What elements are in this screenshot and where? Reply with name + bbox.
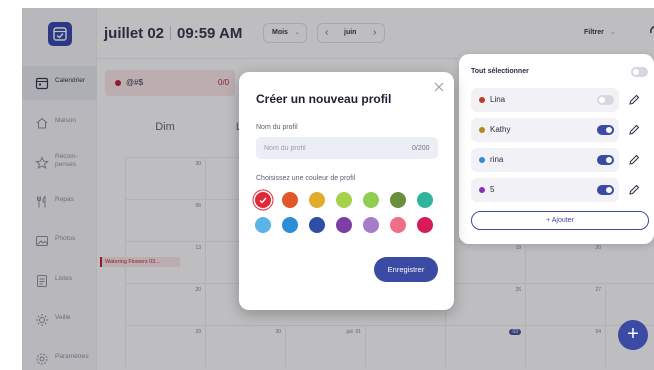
color-swatch[interactable] [417,217,433,233]
check-icon [259,197,267,204]
edit-icon[interactable] [627,183,641,197]
color-swatch[interactable] [336,192,352,208]
create-profile-dialog: Créer un nouveau profil Nom du profil 0/… [239,72,454,310]
color-swatch[interactable] [309,217,325,233]
profile-row[interactable]: 5 [471,178,619,202]
profile-toggle[interactable] [597,185,614,195]
profile-name: 5 [490,185,495,194]
color-swatch[interactable] [363,192,379,208]
profile-name-input[interactable] [256,137,438,159]
edit-icon[interactable] [627,123,641,137]
dialog-title: Créer un nouveau profil [256,92,392,106]
profile-color-dot [479,127,485,133]
edit-icon[interactable] [627,153,641,167]
color-swatch-selected[interactable] [255,192,271,208]
profile-toggle[interactable] [597,125,614,135]
edit-icon[interactable] [627,93,641,107]
color-swatch[interactable] [282,192,298,208]
color-swatch[interactable] [363,217,379,233]
color-swatch[interactable] [336,217,352,233]
screen: Calendrier Maison Récom­penses Repas Pho… [0,0,654,370]
profile-toggle[interactable] [597,95,614,105]
color-swatch[interactable] [309,192,325,208]
color-swatch[interactable] [255,217,271,233]
color-picker-label: Choisissez une couleur de profil [256,175,356,182]
profile-color-dot [479,97,485,103]
profile-row[interactable]: Kathy [471,118,619,142]
color-swatch[interactable] [390,192,406,208]
profile-name-label: Nom du profil [256,124,298,131]
filter-panel: Tout sélectionner Lina Kathy rina 5 + Aj… [459,54,654,244]
add-profile-button[interactable]: + Ajouter [471,211,649,230]
color-swatch[interactable] [390,217,406,233]
profile-color-dot [479,187,485,193]
profile-row[interactable]: Lina [471,88,619,112]
profile-toggle[interactable] [597,155,614,165]
color-swatch[interactable] [282,217,298,233]
save-button[interactable]: Enregistrer [374,257,438,282]
profile-name: Kathy [490,125,511,134]
close-icon[interactable] [434,82,444,92]
select-all-toggle[interactable] [631,67,648,77]
profile-row[interactable]: rina [471,148,619,172]
select-all-label: Tout sélectionner [471,68,529,75]
calendar-app: Calendrier Maison Récom­penses Repas Pho… [22,8,654,370]
add-event-button[interactable]: + [618,320,648,350]
color-swatch[interactable] [417,192,433,208]
profile-name: rina [490,155,504,164]
char-counter: 0/200 [412,145,430,152]
plus-icon: + [627,323,639,345]
profile-name: Lina [490,95,506,104]
profile-color-dot [479,157,485,163]
